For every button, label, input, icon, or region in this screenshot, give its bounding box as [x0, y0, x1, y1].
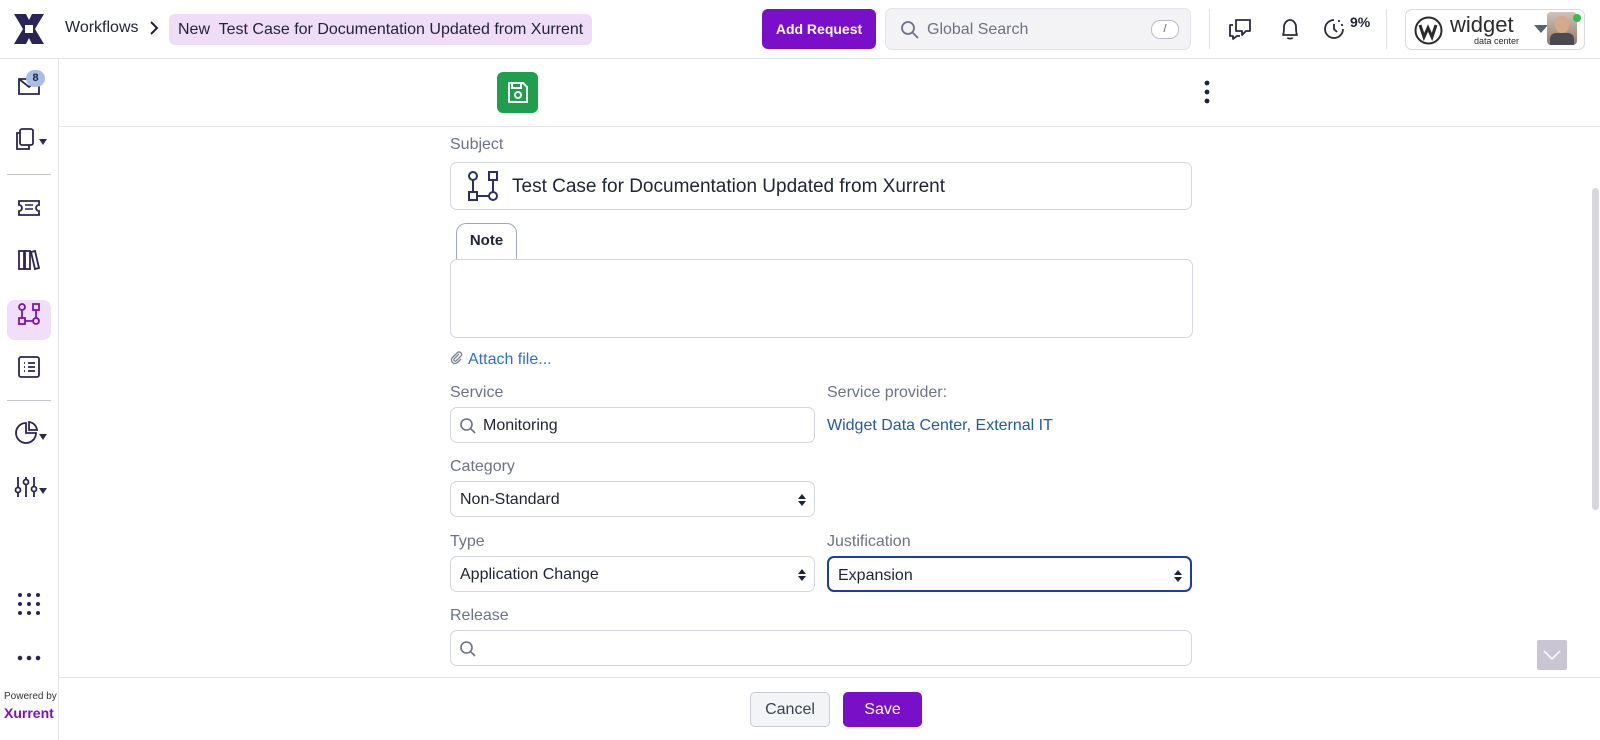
divider: [1386, 9, 1387, 49]
note-textarea[interactable]: [450, 259, 1193, 338]
service-field[interactable]: Monitoring: [450, 407, 815, 443]
settings-icon[interactable]: [12, 473, 40, 501]
chevron-down-icon: [1534, 25, 1548, 33]
tickets-icon[interactable]: [15, 193, 43, 221]
bell-icon[interactable]: [1277, 16, 1303, 42]
service-value: Monitoring: [483, 417, 558, 434]
sidebar: 8 Powered by Xurrent: [0, 59, 59, 740]
apps-grid-icon[interactable]: [15, 590, 43, 618]
search-placeholder: Global Search: [927, 21, 1029, 38]
release-label: Release: [450, 607, 509, 624]
attach-file-link[interactable]: Attach file...: [450, 351, 552, 369]
chat-icon[interactable]: [1227, 16, 1253, 42]
time-tracking-percent: 9%: [1350, 14, 1371, 30]
search-shortcut-hint: /: [1151, 20, 1179, 39]
breadcrumb-workflows[interactable]: Workflows: [65, 19, 139, 37]
subject-label: Subject: [450, 136, 504, 153]
category-label: Category: [450, 458, 515, 475]
inbox-count-badge: 8: [26, 70, 45, 87]
scroll-down-button[interactable]: [1537, 640, 1567, 670]
online-status-dot: [1573, 14, 1581, 22]
type-value: Application Change: [460, 566, 599, 583]
add-request-button[interactable]: Add Request: [762, 9, 876, 49]
subject-field[interactable]: Test Case for Documentation Updated from…: [450, 162, 1192, 210]
justification-label: Justification: [827, 533, 911, 550]
more-options-icon[interactable]: [1203, 78, 1211, 106]
chevron-right-icon: [150, 21, 159, 35]
cancel-button[interactable]: Cancel: [750, 692, 830, 727]
select-arrows-icon: [798, 569, 806, 581]
global-search-input[interactable]: Global Search /: [885, 8, 1191, 50]
save-button[interactable]: Save: [843, 692, 922, 727]
divider: [1209, 9, 1210, 49]
paperclip-icon: [450, 351, 463, 365]
analytics-icon[interactable]: [12, 419, 40, 447]
breadcrumb-record-title: Test Case for Documentation Updated from…: [218, 21, 584, 38]
chevron-down-icon: [39, 488, 47, 494]
attach-file-label: Attach file...: [468, 351, 552, 368]
search-icon: [460, 418, 476, 434]
library-icon[interactable]: [15, 246, 43, 274]
category-select[interactable]: Non-Standard: [450, 481, 815, 517]
breadcrumb-current: New Test Case for Documentation Updated …: [169, 14, 593, 45]
service-provider-label: Service provider:: [827, 384, 948, 401]
sidebar-divider: [7, 174, 51, 175]
more-icon[interactable]: [15, 644, 43, 672]
select-arrows-icon: [798, 494, 806, 506]
breadcrumb-new-prefix: New: [178, 21, 211, 38]
service-provider-link[interactable]: Widget Data Center, External IT: [827, 417, 1053, 435]
save-icon-button[interactable]: [497, 72, 538, 113]
account-name: widget: [1450, 12, 1514, 37]
time-tracking-icon[interactable]: [1321, 16, 1347, 42]
justification-select[interactable]: Expansion: [827, 556, 1192, 592]
workflows-icon[interactable]: [15, 300, 43, 328]
search-icon: [901, 21, 919, 39]
powered-by-label: Powered by: [4, 691, 57, 702]
release-field[interactable]: [450, 630, 1192, 666]
search-icon: [460, 641, 476, 657]
floppy-disk-icon: [508, 82, 528, 103]
chevron-down-icon: [39, 139, 47, 145]
chevron-down-icon: [1543, 650, 1561, 661]
justification-value: Expansion: [838, 567, 913, 584]
scrollbar-thumb[interactable]: [1592, 188, 1599, 510]
chevron-down-icon: [39, 434, 47, 440]
tab-note[interactable]: Note: [456, 223, 517, 259]
top-bar: Workflows New Test Case for Documentatio…: [0, 0, 1600, 59]
record-toolbar: [59, 59, 1600, 127]
subject-value: Test Case for Documentation Updated from…: [512, 176, 945, 197]
xurrent-logo-icon[interactable]: [12, 12, 46, 46]
service-label: Service: [450, 384, 504, 401]
select-arrows-icon: [1174, 570, 1182, 582]
widget-logo-icon: [1414, 16, 1443, 45]
form-footer: Cancel Save: [59, 677, 1600, 740]
workflow-icon: [468, 171, 498, 201]
category-value: Non-Standard: [460, 491, 560, 508]
account-subtitle: data center: [1474, 36, 1520, 46]
type-label: Type: [450, 533, 485, 550]
workflow-form: Subject Test Case for Documentation Upda…: [59, 127, 1600, 677]
type-select[interactable]: Application Change: [450, 556, 815, 592]
requests-icon[interactable]: [12, 125, 40, 153]
list-icon[interactable]: [15, 353, 43, 381]
brand-name: Xurrent: [4, 705, 54, 721]
sidebar-divider: [7, 400, 51, 401]
